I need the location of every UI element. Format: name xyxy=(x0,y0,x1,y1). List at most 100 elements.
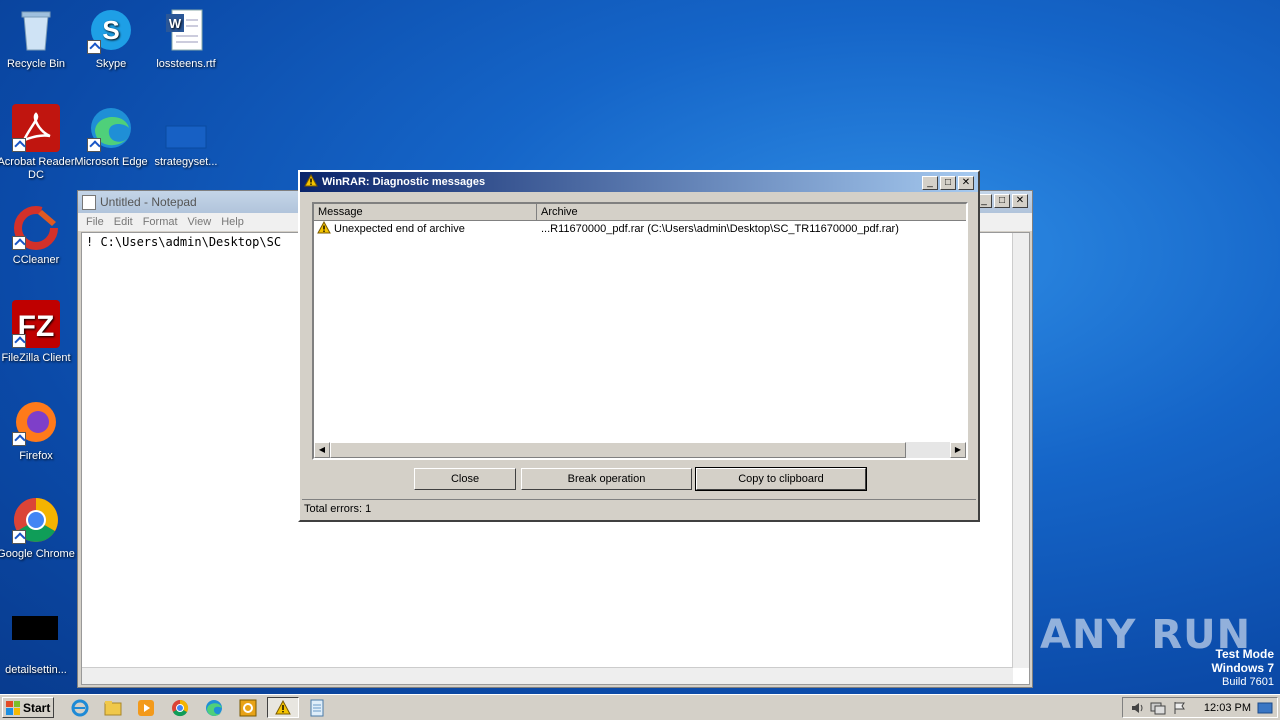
close-button[interactable]: ✕ xyxy=(958,176,974,190)
list-header: Message Archive xyxy=(314,204,966,221)
start-button[interactable]: Start xyxy=(2,697,54,718)
firefox-icon xyxy=(12,398,60,446)
desktop-icon-chrome[interactable]: Google Chrome xyxy=(0,496,76,561)
winrar-diagnostic-dialog[interactable]: WinRAR: Diagnostic messages _ □ ✕ Messag… xyxy=(298,170,980,522)
windows-logo-icon xyxy=(6,700,20,715)
horizontal-scrollbar[interactable]: ◀ ▶ xyxy=(314,442,966,458)
column-header-message[interactable]: Message xyxy=(314,204,537,220)
dialog-titlebar[interactable]: WinRAR: Diagnostic messages xyxy=(300,172,978,192)
column-header-archive[interactable]: Archive xyxy=(537,204,966,220)
blank-file-icon xyxy=(162,104,210,152)
chrome-icon xyxy=(12,496,60,544)
maximize-button[interactable]: □ xyxy=(940,176,956,190)
list-item[interactable]: Unexpected end of archive ...R11670000_p… xyxy=(314,220,966,237)
desktop-icon-label: FileZilla Client xyxy=(1,352,71,364)
test-mode-info: Test Mode Windows 7 Build 7601 xyxy=(1211,648,1274,689)
notepad-window-controls: _ □ ✕ xyxy=(976,194,1028,208)
build-label: Build 7601 xyxy=(1222,676,1274,688)
shortcut-arrow-icon xyxy=(12,236,26,250)
os-label: Windows 7 xyxy=(1211,661,1274,675)
ccleaner-icon xyxy=(12,202,60,250)
desktop-icon-label: lossteens.rtf xyxy=(156,58,216,70)
skype-icon: S xyxy=(87,6,135,54)
desktop-icon-skype[interactable]: S Skype xyxy=(71,6,151,71)
taskbar-notepad-button[interactable] xyxy=(303,697,331,718)
svg-text:S: S xyxy=(102,15,119,45)
clock[interactable]: 12:03 PM xyxy=(1204,702,1251,714)
messages-list[interactable]: Message Archive Unexpected end of archiv… xyxy=(312,202,968,460)
desktop-icon-filezilla[interactable]: FZ FileZilla Client xyxy=(0,300,76,365)
scroll-right-button[interactable]: ▶ xyxy=(950,442,966,458)
taskbar-media-player-button[interactable] xyxy=(132,697,160,718)
taskbar-explorer-button[interactable] xyxy=(99,697,127,718)
taskbar-chrome-button[interactable] xyxy=(166,697,194,718)
recycle-bin-icon xyxy=(12,6,60,54)
dialog-title: WinRAR: Diagnostic messages xyxy=(322,176,486,188)
close-button[interactable]: ✕ xyxy=(1012,194,1028,208)
show-desktop-icon[interactable] xyxy=(1257,701,1273,715)
folder-icon xyxy=(104,700,122,715)
filezilla-icon: FZ xyxy=(12,300,60,348)
desktop-icon-firefox[interactable]: Firefox xyxy=(0,398,76,463)
taskbar-winrar-button[interactable] xyxy=(267,697,299,718)
taskbar: Start 12:03 PM xyxy=(0,694,1280,720)
desktop-icon-detailsettings[interactable]: detailsettin... xyxy=(0,612,76,677)
close-dialog-button[interactable]: Close xyxy=(414,468,516,490)
action-center-flag-icon[interactable] xyxy=(1172,701,1186,715)
edge-icon xyxy=(206,699,222,716)
desktop-icon-label: Recycle Bin xyxy=(6,58,66,70)
network-icon[interactable] xyxy=(1150,701,1166,715)
warning-icon xyxy=(304,173,318,190)
minimize-button[interactable]: _ xyxy=(922,176,938,190)
media-player-icon xyxy=(138,699,154,716)
desktop-icon-label: CCleaner xyxy=(12,254,60,266)
edge-icon xyxy=(87,104,135,152)
desktop-icon-acrobat[interactable]: Acrobat Reader DC xyxy=(0,104,76,182)
start-label: Start xyxy=(23,700,51,715)
taskbar-outlook-button[interactable] xyxy=(234,697,262,718)
blank-file-icon xyxy=(12,612,60,660)
shortcut-arrow-icon xyxy=(87,40,101,54)
warning-icon xyxy=(275,700,291,715)
outlook-icon xyxy=(239,699,257,716)
status-bar: Total errors: 1 xyxy=(302,499,976,518)
horizontal-scrollbar[interactable] xyxy=(82,667,1013,684)
word-document-icon: W xyxy=(162,6,210,54)
taskbar-edge-button[interactable] xyxy=(200,697,228,718)
message-cell: Unexpected end of archive xyxy=(314,220,535,237)
desktop-icon-recycle-bin[interactable]: Recycle Bin xyxy=(0,6,76,71)
test-mode-label: Test Mode xyxy=(1215,647,1274,661)
archive-cell: ...R11670000_pdf.rar (C:\Users\admin\Des… xyxy=(541,223,899,235)
desktop-icon-lossteens[interactable]: W lossteens.rtf xyxy=(146,6,226,71)
shortcut-arrow-icon xyxy=(12,432,26,446)
svg-text:W: W xyxy=(169,16,182,31)
chrome-icon xyxy=(172,699,189,716)
desktop-icon-label: Microsoft Edge xyxy=(74,156,148,168)
message-text: Unexpected end of archive xyxy=(334,223,465,235)
vertical-scrollbar[interactable] xyxy=(1012,233,1029,668)
copy-to-clipboard-button[interactable]: Copy to clipboard xyxy=(695,467,867,491)
desktop-icon-label: Google Chrome xyxy=(0,548,75,560)
scroll-thumb[interactable] xyxy=(330,442,906,458)
menu-edit[interactable]: Edit xyxy=(114,216,133,228)
warning-icon xyxy=(317,220,331,237)
acrobat-icon xyxy=(12,104,60,152)
desktop-icon-label: detailsettin... xyxy=(5,664,67,676)
scroll-left-button[interactable]: ◀ xyxy=(314,442,330,458)
desktop-icon-label: Skype xyxy=(95,58,127,70)
taskbar-ie-button[interactable] xyxy=(66,697,94,718)
maximize-button[interactable]: □ xyxy=(994,194,1010,208)
menu-view[interactable]: View xyxy=(188,216,212,228)
notepad-title: Untitled - Notepad xyxy=(100,195,197,209)
desktop-icon-edge[interactable]: Microsoft Edge xyxy=(71,104,151,169)
break-operation-button[interactable]: Break operation xyxy=(521,468,692,490)
menu-help[interactable]: Help xyxy=(221,216,244,228)
menu-file[interactable]: File xyxy=(86,216,104,228)
shortcut-arrow-icon xyxy=(12,138,26,152)
desktop-icon-ccleaner[interactable]: CCleaner xyxy=(0,202,76,267)
shortcut-arrow-icon xyxy=(87,138,101,152)
volume-icon[interactable] xyxy=(1130,701,1144,715)
desktop-icon-strategyset[interactable]: strategyset... xyxy=(146,104,226,169)
desktop-icon-label: Firefox xyxy=(19,450,53,462)
menu-format[interactable]: Format xyxy=(143,216,178,228)
